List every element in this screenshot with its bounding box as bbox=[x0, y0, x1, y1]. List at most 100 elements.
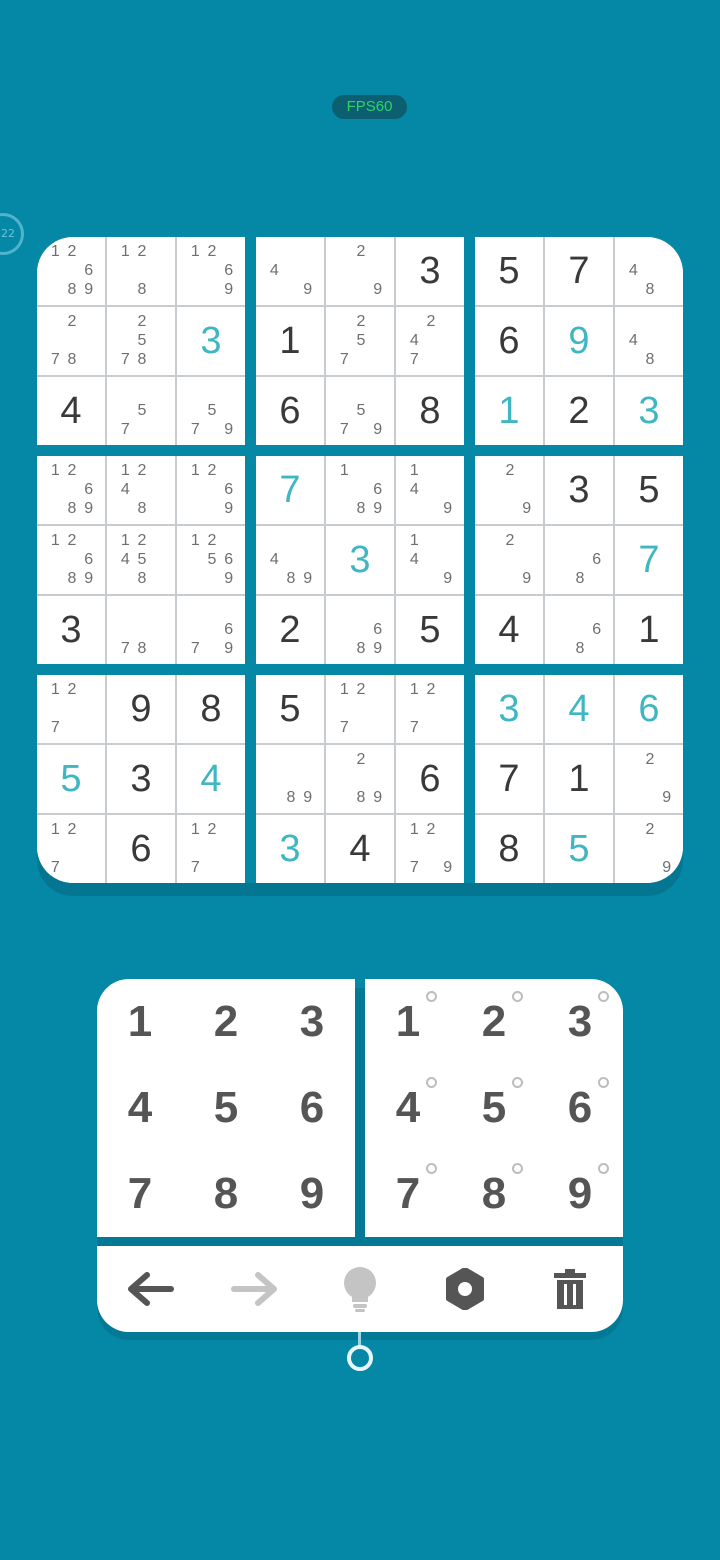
board-cell[interactable]: 57 9 bbox=[326, 377, 394, 445]
board-cell[interactable]: 1269 bbox=[177, 456, 245, 524]
board-cell[interactable]: 89 bbox=[256, 745, 324, 813]
board-cell[interactable]: 29 bbox=[475, 526, 543, 594]
board-cell[interactable]: 3 bbox=[326, 526, 394, 594]
board-cell[interactable]: 6 bbox=[396, 745, 464, 813]
board-cell[interactable]: 29 bbox=[475, 456, 543, 524]
board-cell[interactable]: 5 bbox=[256, 675, 324, 743]
note-digit-button-1[interactable]: 1 bbox=[365, 979, 451, 1065]
board-cell[interactable]: 57 9 bbox=[177, 377, 245, 445]
board-cell[interactable]: 14 9 bbox=[396, 526, 464, 594]
note-digit-button-2[interactable]: 2 bbox=[451, 979, 537, 1065]
board-cell[interactable]: 247 bbox=[396, 307, 464, 375]
board-cell[interactable]: 1 bbox=[615, 596, 683, 664]
note-digit-button-3[interactable]: 3 bbox=[537, 979, 623, 1065]
note-digit-button-7[interactable]: 7 bbox=[365, 1151, 451, 1237]
board-cell[interactable]: 8 bbox=[475, 815, 543, 883]
board-cell[interactable]: 1248 bbox=[107, 456, 175, 524]
digit-button-3[interactable]: 3 bbox=[269, 979, 355, 1065]
board-cell[interactable]: 1 bbox=[545, 745, 613, 813]
board-cell[interactable]: 2 89 bbox=[326, 745, 394, 813]
board-cell[interactable]: 7 bbox=[256, 456, 324, 524]
erase-button[interactable] bbox=[535, 1254, 605, 1324]
board-cell[interactable]: 29 bbox=[615, 815, 683, 883]
board-cell[interactable]: 12 7 bbox=[37, 815, 105, 883]
board-cell[interactable]: 7 bbox=[545, 237, 613, 305]
board-cell[interactable]: 5 bbox=[37, 745, 105, 813]
digit-button-4[interactable]: 4 bbox=[97, 1065, 183, 1151]
digit-button-9[interactable]: 9 bbox=[269, 1151, 355, 1237]
board-cell[interactable]: 1689 bbox=[326, 456, 394, 524]
board-cell[interactable]: 2 bbox=[545, 377, 613, 445]
digit-button-6[interactable]: 6 bbox=[269, 1065, 355, 1151]
board-cell[interactable]: 4 bbox=[545, 675, 613, 743]
board-cell[interactable]: 489 bbox=[256, 526, 324, 594]
board-cell[interactable]: 9 bbox=[107, 675, 175, 743]
board-cell[interactable]: 68 bbox=[545, 526, 613, 594]
board-cell[interactable]: 12 7 bbox=[37, 675, 105, 743]
settings-button[interactable] bbox=[430, 1254, 500, 1324]
board-cell[interactable]: 2578 bbox=[107, 307, 175, 375]
digit-button-5[interactable]: 5 bbox=[183, 1065, 269, 1151]
board-cell[interactable]: 4 bbox=[37, 377, 105, 445]
board-cell[interactable]: 12 8 bbox=[107, 237, 175, 305]
board-cell[interactable]: 5 bbox=[475, 237, 543, 305]
board-cell[interactable]: 3 bbox=[396, 237, 464, 305]
board-cell[interactable]: 12 7 bbox=[326, 675, 394, 743]
board-cell[interactable]: 8 bbox=[177, 675, 245, 743]
board-cell[interactable]: 12 7 bbox=[177, 815, 245, 883]
board-cell[interactable]: 29 bbox=[326, 237, 394, 305]
board-cell[interactable]: 57 bbox=[107, 377, 175, 445]
digit-button-7[interactable]: 7 bbox=[97, 1151, 183, 1237]
board-cell[interactable]: 12 7 bbox=[396, 675, 464, 743]
board-cell[interactable]: 3 bbox=[37, 596, 105, 664]
redo-button[interactable] bbox=[220, 1254, 290, 1324]
board-cell[interactable]: 48 bbox=[615, 307, 683, 375]
board-cell[interactable]: 257 bbox=[326, 307, 394, 375]
digit-button-1[interactable]: 1 bbox=[97, 979, 183, 1065]
board-cell[interactable]: 4 bbox=[177, 745, 245, 813]
board-cell[interactable]: 6 bbox=[256, 377, 324, 445]
note-digit-button-8[interactable]: 8 bbox=[451, 1151, 537, 1237]
board-cell[interactable]: 6 bbox=[615, 675, 683, 743]
board-cell[interactable]: 48 bbox=[615, 237, 683, 305]
board-cell[interactable]: 12458 bbox=[107, 526, 175, 594]
board-cell[interactable]: 49 bbox=[256, 237, 324, 305]
undo-button[interactable] bbox=[115, 1254, 185, 1324]
board-cell[interactable]: 5 bbox=[615, 456, 683, 524]
note-digit-button-6[interactable]: 6 bbox=[537, 1065, 623, 1151]
board-cell[interactable]: 68 bbox=[545, 596, 613, 664]
board-cell[interactable]: 3 bbox=[107, 745, 175, 813]
drag-handle[interactable] bbox=[347, 1345, 373, 1371]
board-cell[interactable]: 8 bbox=[396, 377, 464, 445]
board-cell[interactable]: 12 7 9 bbox=[396, 815, 464, 883]
board-cell[interactable]: 3 bbox=[177, 307, 245, 375]
board-cell[interactable]: 3 bbox=[545, 456, 613, 524]
board-cell[interactable]: 3 bbox=[256, 815, 324, 883]
board-cell[interactable]: 12689 bbox=[37, 526, 105, 594]
note-digit-button-9[interactable]: 9 bbox=[537, 1151, 623, 1237]
board-cell[interactable]: 9 bbox=[545, 307, 613, 375]
hint-button[interactable] bbox=[325, 1254, 395, 1324]
board-cell[interactable]: 2 bbox=[256, 596, 324, 664]
board-cell[interactable]: 14 9 bbox=[396, 456, 464, 524]
board-cell[interactable]: 12689 bbox=[37, 237, 105, 305]
board-cell[interactable]: 1269 bbox=[177, 237, 245, 305]
board-cell[interactable]: 3 bbox=[475, 675, 543, 743]
board-cell[interactable]: 6 7 9 bbox=[177, 596, 245, 664]
board-cell[interactable]: 2 78 bbox=[37, 307, 105, 375]
board-cell[interactable]: 7 bbox=[615, 526, 683, 594]
board-cell[interactable]: 6 bbox=[475, 307, 543, 375]
board-cell[interactable]: 78 bbox=[107, 596, 175, 664]
board-cell[interactable]: 1 bbox=[256, 307, 324, 375]
board-cell[interactable]: 12689 bbox=[37, 456, 105, 524]
digit-button-8[interactable]: 8 bbox=[183, 1151, 269, 1237]
board-cell[interactable]: 3 bbox=[615, 377, 683, 445]
board-cell[interactable]: 1 bbox=[475, 377, 543, 445]
board-cell[interactable]: 5 bbox=[545, 815, 613, 883]
board-cell[interactable]: 4 bbox=[326, 815, 394, 883]
board-cell[interactable]: 689 bbox=[326, 596, 394, 664]
note-digit-button-5[interactable]: 5 bbox=[451, 1065, 537, 1151]
board-cell[interactable]: 6 bbox=[107, 815, 175, 883]
note-digit-button-4[interactable]: 4 bbox=[365, 1065, 451, 1151]
digit-button-2[interactable]: 2 bbox=[183, 979, 269, 1065]
